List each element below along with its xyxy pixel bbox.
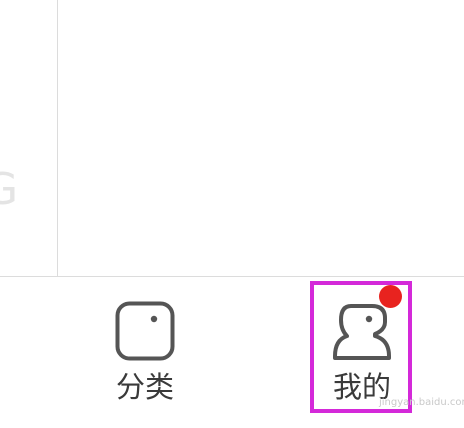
profile-avatar-icon bbox=[333, 304, 391, 360]
content-area: G bbox=[0, 0, 464, 276]
tab-category[interactable]: 分类 bbox=[95, 282, 195, 416]
watermark: jingyan.baidu.com bbox=[379, 397, 464, 408]
column-divider bbox=[57, 0, 58, 276]
category-square-icon bbox=[115, 301, 175, 361]
app-screen: G 分类 我的 jingyan.baidu.com bbox=[0, 0, 464, 428]
notification-badge-dot bbox=[379, 285, 402, 308]
partial-edge-glyph: G bbox=[0, 164, 19, 215]
tab-category-label: 分类 bbox=[115, 370, 174, 404]
